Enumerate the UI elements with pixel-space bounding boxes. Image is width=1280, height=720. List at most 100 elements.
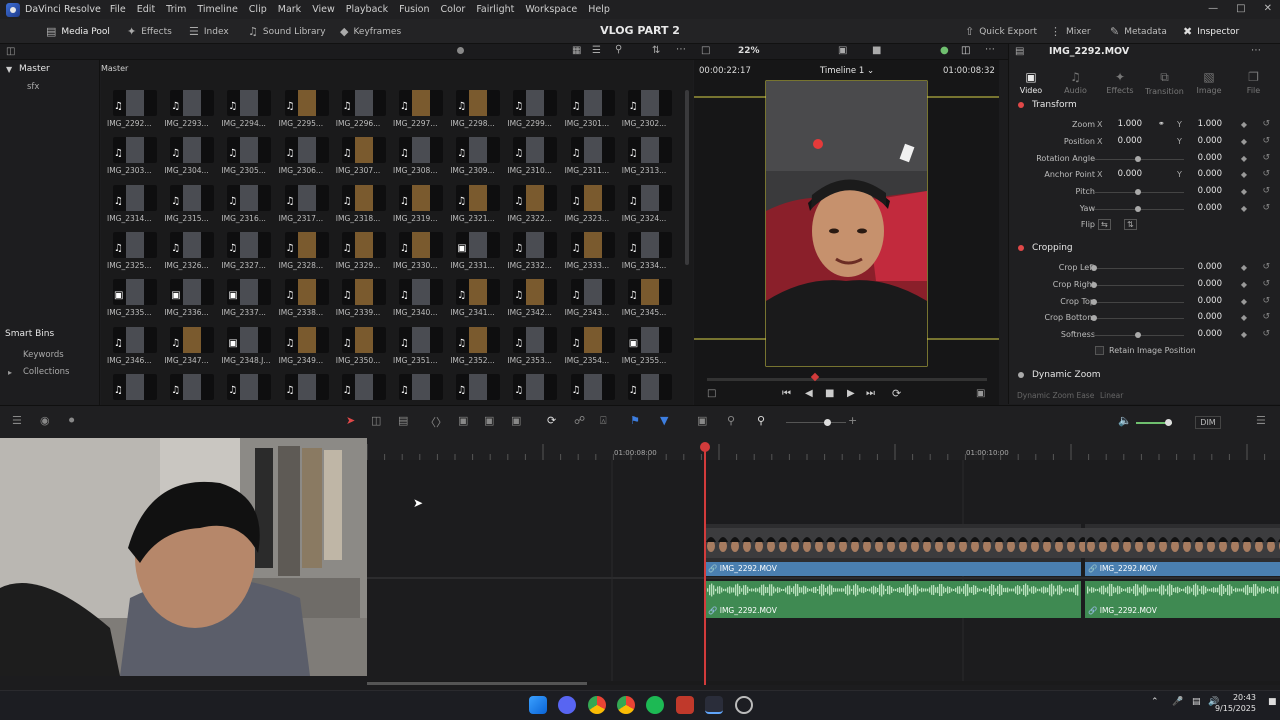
media-clip[interactable]: ♫ IMG_2341... — [450, 279, 501, 321]
media-clip[interactable]: ♫ IMG_2297... — [393, 90, 443, 132]
play-reverse-icon[interactable]: ◀ — [805, 388, 813, 399]
keyframe-icon[interactable]: ◆ — [1241, 280, 1247, 289]
rotation-angle-slider-knob[interactable] — [1135, 156, 1141, 162]
inspector-tab-file[interactable]: ❐ File — [1232, 70, 1276, 95]
zoom-detail-icon[interactable]: ⚲ — [727, 414, 735, 427]
search-icon[interactable]: ⚲ — [615, 44, 622, 55]
transform-section-header[interactable]: Transform — [1014, 97, 1274, 113]
crop-icon[interactable]: □ — [707, 388, 716, 399]
link-clips-icon[interactable]: ☍ — [574, 414, 585, 427]
replace-clip-icon[interactable]: ▣ — [511, 414, 521, 427]
thumbnail-size-slider[interactable] — [457, 47, 464, 54]
media-clip[interactable]: ♫ IMG_2323... — [565, 184, 615, 227]
marker-icon[interactable]: ▼ — [660, 414, 668, 427]
obs-icon[interactable] — [735, 696, 753, 714]
position-x-value[interactable]: 0.000 — [1108, 136, 1142, 149]
inspector-tab-audio[interactable]: ♫ Audio — [1054, 70, 1098, 95]
zoom-slider-knob[interactable] — [824, 419, 831, 426]
record-voice-icon[interactable]: ⚫ — [67, 414, 76, 427]
media-clip[interactable]: ♫ IMG_2311... — [565, 137, 615, 179]
media-clip[interactable]: ♫ IMG_2352... — [450, 326, 501, 369]
audio-clip-label[interactable]: 🔗 IMG_2292.MOV — [1088, 606, 1157, 615]
media-clip[interactable]: ♫ IMG_2338... — [279, 279, 329, 321]
view-options-icon[interactable]: ◉ — [40, 414, 50, 427]
reset-icon[interactable]: ↺ — [1262, 169, 1270, 179]
crop-value[interactable]: 0.000 — [1188, 296, 1222, 309]
media-clip[interactable]: ♫ IMG_2328... — [279, 231, 329, 274]
davinci-resolve-icon[interactable] — [705, 696, 723, 714]
media-clip[interactable]: ♫ IMG_2315... — [164, 184, 215, 227]
media-clip[interactable]: ♫ IMG_2304... — [164, 137, 215, 179]
zoom-full-icon[interactable]: ▣ — [697, 414, 707, 427]
media-clip[interactable]: ♫ IMG_2349... — [279, 326, 329, 369]
media-clip[interactable]: ♫ IMG_2353... — [507, 326, 558, 369]
list-view-icon[interactable]: ☰ — [592, 45, 601, 56]
reset-icon[interactable]: ↺ — [1262, 186, 1270, 196]
crop-slider[interactable] — [1091, 298, 1184, 305]
panel-toggle-icon[interactable]: ◫ — [6, 46, 15, 57]
collections-bin[interactable]: Collections — [23, 367, 69, 377]
flip-horizontal-icon[interactable]: ⇆ — [1098, 219, 1111, 230]
keywords-bin[interactable]: Keywords — [23, 350, 64, 360]
crop-slider-knob[interactable] — [1135, 332, 1141, 339]
inspector-tab-video[interactable]: ▣ Video — [1009, 70, 1053, 95]
menu-help[interactable]: Help — [588, 4, 610, 15]
crop-value[interactable]: 0.000 — [1188, 279, 1222, 292]
reset-icon[interactable]: ↺ — [1262, 153, 1270, 163]
media-clip[interactable]: ♫ IMG_2334... — [622, 231, 672, 274]
keyframe-icon[interactable]: ◆ — [1241, 170, 1247, 179]
menu-view[interactable]: View — [312, 4, 335, 15]
media-clip[interactable]: ♫ IMG_2324... — [622, 184, 672, 227]
maximize-icon[interactable]: □ — [1236, 3, 1245, 14]
media-clip[interactable]: ♫ IMG_2292... — [107, 90, 157, 132]
media-clip[interactable]: ♫ IMG_2313... — [622, 137, 672, 179]
spotify-icon[interactable] — [646, 696, 664, 714]
network-icon[interactable]: ▤ — [1192, 697, 1201, 707]
discord-icon[interactable] — [558, 696, 576, 714]
media-clip[interactable]: ♫ IMG_2318... — [336, 184, 386, 227]
windows-start-icon[interactable] — [529, 696, 547, 714]
media-clip[interactable]: ♫ IMG_2308... — [393, 137, 443, 179]
stop-icon[interactable]: ■ — [825, 388, 834, 399]
media-clip[interactable]: ♫ IMG_2314... — [107, 184, 157, 227]
close-icon[interactable]: ✕ — [1264, 3, 1272, 14]
menu-timeline[interactable]: Timeline — [197, 4, 237, 15]
crop-value[interactable]: 0.000 — [1188, 329, 1222, 342]
color-swatch-icon[interactable]: ● — [940, 45, 949, 56]
dynamic-zoom-enable-icon[interactable] — [1018, 372, 1024, 378]
menu-workspace[interactable]: Workspace — [525, 4, 577, 15]
keyframe-icon[interactable]: ◆ — [1241, 204, 1247, 213]
reset-icon[interactable]: ↺ — [1262, 203, 1270, 213]
reset-icon[interactable]: ↺ — [1262, 136, 1270, 146]
single-viewer-icon[interactable]: ◫ — [961, 45, 970, 56]
media-clip[interactable]: ♫ IMG_2345... — [622, 279, 672, 321]
blade-tool-icon[interactable]: 〈〉 — [425, 414, 447, 430]
media-clip[interactable]: ♫ IMG_2325... — [107, 231, 157, 274]
keyframe-icon[interactable]: ◆ — [1241, 137, 1247, 146]
menu-playback[interactable]: Playback — [346, 4, 388, 15]
sfx-bin[interactable]: sfx — [27, 82, 39, 92]
timeline-options-icon[interactable]: ☰ — [12, 414, 22, 427]
cropping-enable-icon[interactable] — [1018, 245, 1024, 251]
video-clip-label[interactable]: 🔗 IMG_2292.MOV — [708, 564, 777, 573]
media-clip[interactable]: ♫ IMG_2305... — [221, 137, 272, 179]
playhead-handle[interactable] — [700, 442, 710, 452]
master-bin[interactable]: Master — [19, 64, 50, 74]
selection-tool-icon[interactable]: ➤ — [346, 414, 355, 427]
pitch-slider-knob[interactable] — [1135, 189, 1141, 195]
timeline-selector[interactable]: Timeline 1 ⌄ — [820, 66, 874, 76]
menu-clip[interactable]: Clip — [249, 4, 267, 15]
keyframe-icon[interactable]: ◆ — [1241, 330, 1247, 339]
expand-arrow-icon[interactable]: ▸ — [8, 368, 12, 377]
index-button[interactable]: ☰ Index — [189, 23, 229, 40]
menu-color[interactable]: Color — [441, 4, 466, 15]
volume-icon[interactable]: 🔈 — [1118, 414, 1132, 427]
more-options-icon[interactable]: ⋯ — [676, 44, 686, 55]
crop-slider-knob[interactable] — [1091, 281, 1097, 288]
media-clip[interactable]: ♫ IMG_2298... — [450, 90, 501, 132]
cropping-section-header[interactable]: Cropping — [1014, 240, 1274, 256]
media-clip[interactable]: ▣ IMG_2336... — [164, 279, 215, 321]
media-clip[interactable]: ♫ IMG_2299... — [507, 90, 558, 132]
crop-slider[interactable] — [1091, 265, 1184, 271]
media-clip[interactable]: ♫ IMG_2326... — [164, 231, 215, 274]
